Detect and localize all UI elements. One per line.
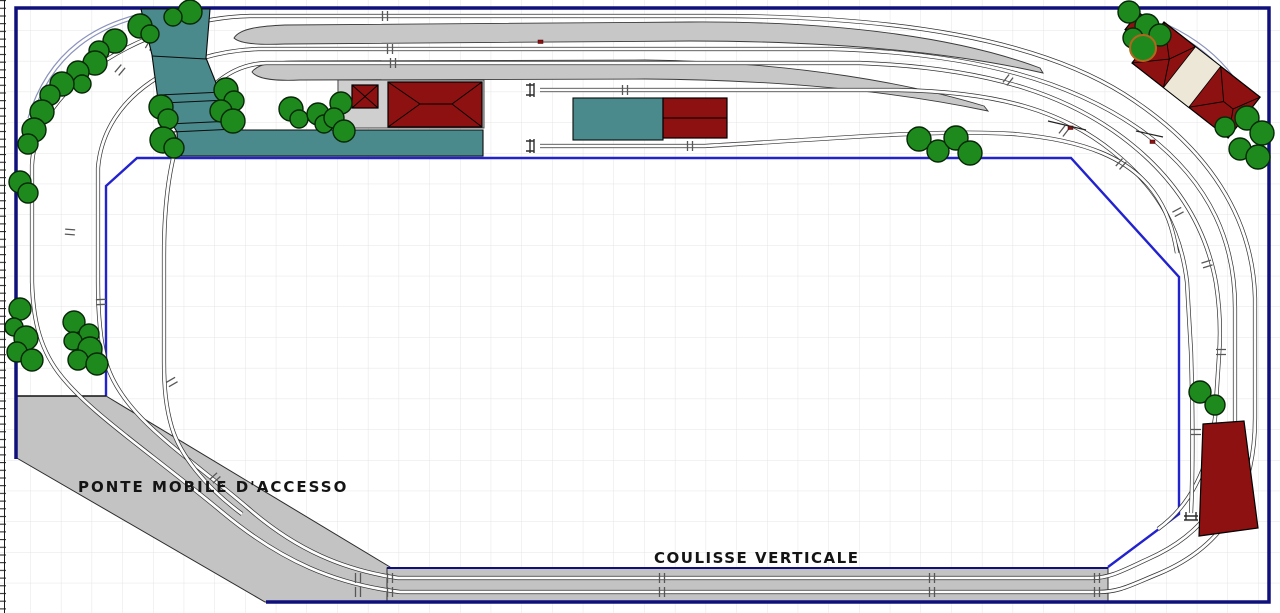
autumn-tree xyxy=(1130,35,1156,61)
coulisse-verticale-label: COULISSE VERTICALE xyxy=(654,549,859,567)
left-ruler xyxy=(0,0,6,613)
ponte-mobile-label: PONTE MOBILE D'ACCESSO xyxy=(78,478,348,496)
track-plan-canvas[interactable]: PONTE MOBILE D'ACCESSO COULISSE VERTICAL… xyxy=(0,0,1280,613)
track-plan-svg: PONTE MOBILE D'ACCESSO COULISSE VERTICAL… xyxy=(0,0,1280,613)
small-square-building xyxy=(352,85,378,108)
goods-shed-teal xyxy=(573,98,727,140)
staging-band xyxy=(387,568,1108,601)
station-building xyxy=(388,82,482,127)
